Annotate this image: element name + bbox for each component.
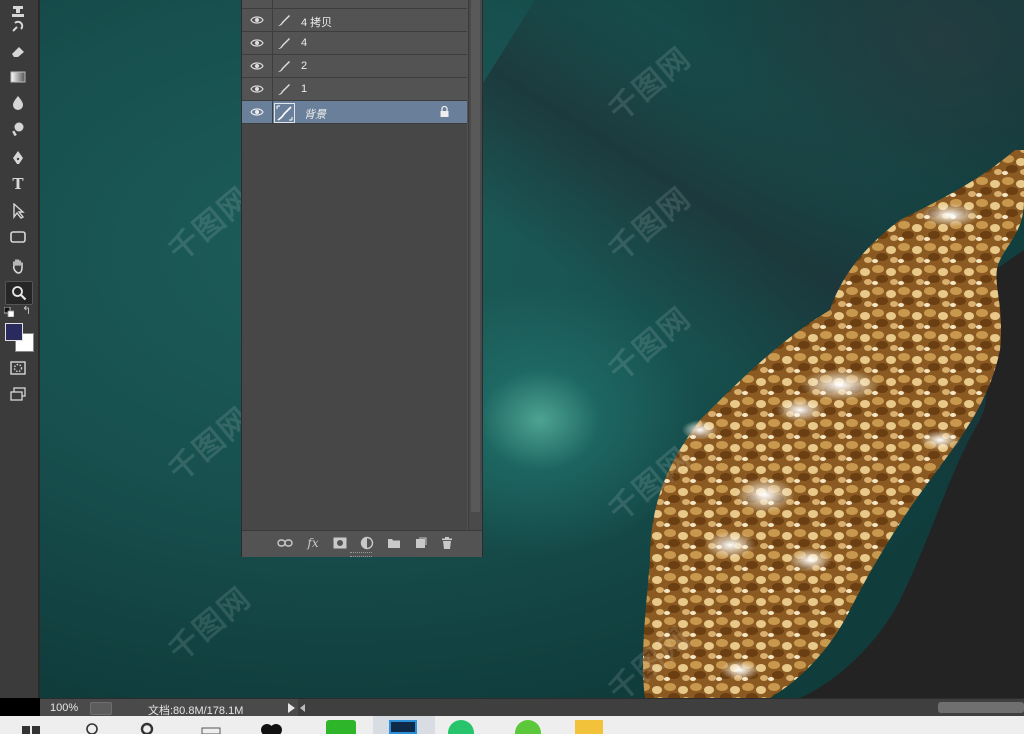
dodge-icon[interactable] [5, 118, 31, 140]
layer-name: 背景 [304, 109, 326, 121]
canvas-artwork [642, 150, 1024, 698]
delete-layer-icon[interactable] [439, 536, 455, 550]
pen-icon[interactable] [5, 147, 31, 169]
app-icon-green[interactable] [448, 720, 474, 734]
new-group-icon[interactable] [386, 536, 402, 550]
adjustment-layer-icon[interactable] [359, 536, 375, 550]
rectangle-shape-icon[interactable] [5, 226, 31, 248]
blur-icon[interactable] [5, 92, 31, 114]
eye-icon[interactable] [242, 101, 273, 123]
fx-icon[interactable]: fx [305, 536, 321, 550]
zoom-level[interactable]: 100% [50, 702, 78, 714]
document-canvas[interactable]: 千图网 千图网 千图网 千图网 千图网 千图网 千图网 千图网 [40, 0, 1024, 698]
quick-mask-icon[interactable] [5, 357, 31, 379]
eye-icon[interactable] [242, 55, 273, 77]
hand-icon[interactable] [5, 255, 31, 277]
default-colors-icon[interactable] [4, 307, 14, 317]
paint-layer-icon [278, 38, 290, 49]
path-selection-icon[interactable] [5, 200, 31, 222]
scrollbar-thumb[interactable] [471, 0, 480, 512]
scroll-left-icon[interactable] [300, 704, 305, 712]
paint-layer-icon [278, 84, 290, 95]
layers-panel: 4 拷贝 4 2 1 背景 fx [241, 0, 483, 557]
layer-name: 4 拷贝 [301, 17, 333, 29]
file-explorer-icon[interactable] [575, 720, 603, 734]
status-bar: 100% 文档:80.8M/178.1M [40, 698, 1024, 717]
eraser-icon[interactable] [5, 40, 31, 62]
search-icon[interactable] [85, 720, 99, 734]
eye-icon[interactable] [242, 32, 273, 54]
layer-row-4[interactable]: 4 [242, 32, 467, 55]
screen-mode-icon[interactable] [5, 383, 31, 405]
scrollbar-thumb[interactable] [938, 702, 1024, 713]
new-layer-icon[interactable] [413, 536, 429, 550]
layers-panel-footer: fx [242, 530, 482, 557]
layers-list: 4 拷贝 4 2 1 背景 [242, 0, 467, 530]
foreground-color-swatch[interactable] [5, 323, 23, 341]
layer-name: 1 [301, 83, 308, 95]
paint-layer-icon [278, 15, 290, 26]
layer-row-4-copy[interactable]: 4 拷贝 [242, 9, 467, 32]
history-brush-icon[interactable] [5, 15, 31, 37]
zoom-icon[interactable] [5, 281, 33, 305]
status-menu-arrow-icon[interactable] [288, 703, 295, 713]
start-icon[interactable] [20, 720, 42, 734]
task-view-icon[interactable] [200, 720, 222, 734]
os-taskbar [0, 716, 1024, 734]
layer-row-1[interactable]: 1 [242, 78, 467, 101]
add-mask-icon[interactable] [332, 536, 348, 550]
eye-icon[interactable] [242, 78, 273, 100]
layer-row-2[interactable]: 2 [242, 55, 467, 78]
layer-visibility-eye-icon[interactable] [242, 0, 273, 8]
lock-icon [440, 105, 449, 117]
layer-name: 2 [301, 60, 308, 72]
browser-icon[interactable] [515, 720, 541, 734]
photoshop-icon[interactable] [389, 720, 417, 734]
swap-colors-icon[interactable]: ↰ [22, 306, 33, 317]
paint-layer-icon [278, 61, 290, 72]
layer-name: 4 [301, 37, 308, 49]
layer-row-background[interactable]: 背景 [242, 101, 467, 124]
tools-panel: T ↰ [0, 0, 40, 698]
layer-row-partial[interactable] [242, 0, 467, 9]
gradient-icon[interactable] [5, 66, 31, 88]
wechat-icon[interactable] [326, 720, 356, 734]
zoom-toggle-button[interactable] [90, 702, 112, 715]
panel-resize-grip[interactable] [350, 552, 372, 557]
horizontal-scrollbar[interactable] [298, 699, 1024, 717]
type-icon[interactable]: T [5, 173, 31, 195]
eye-icon[interactable] [242, 9, 273, 31]
cortana-icon[interactable] [140, 720, 154, 734]
layers-scrollbar[interactable] [468, 0, 482, 530]
link-layers-icon[interactable] [277, 536, 293, 550]
layer-thumbnail [274, 103, 295, 123]
app-icon-1[interactable] [258, 720, 286, 734]
